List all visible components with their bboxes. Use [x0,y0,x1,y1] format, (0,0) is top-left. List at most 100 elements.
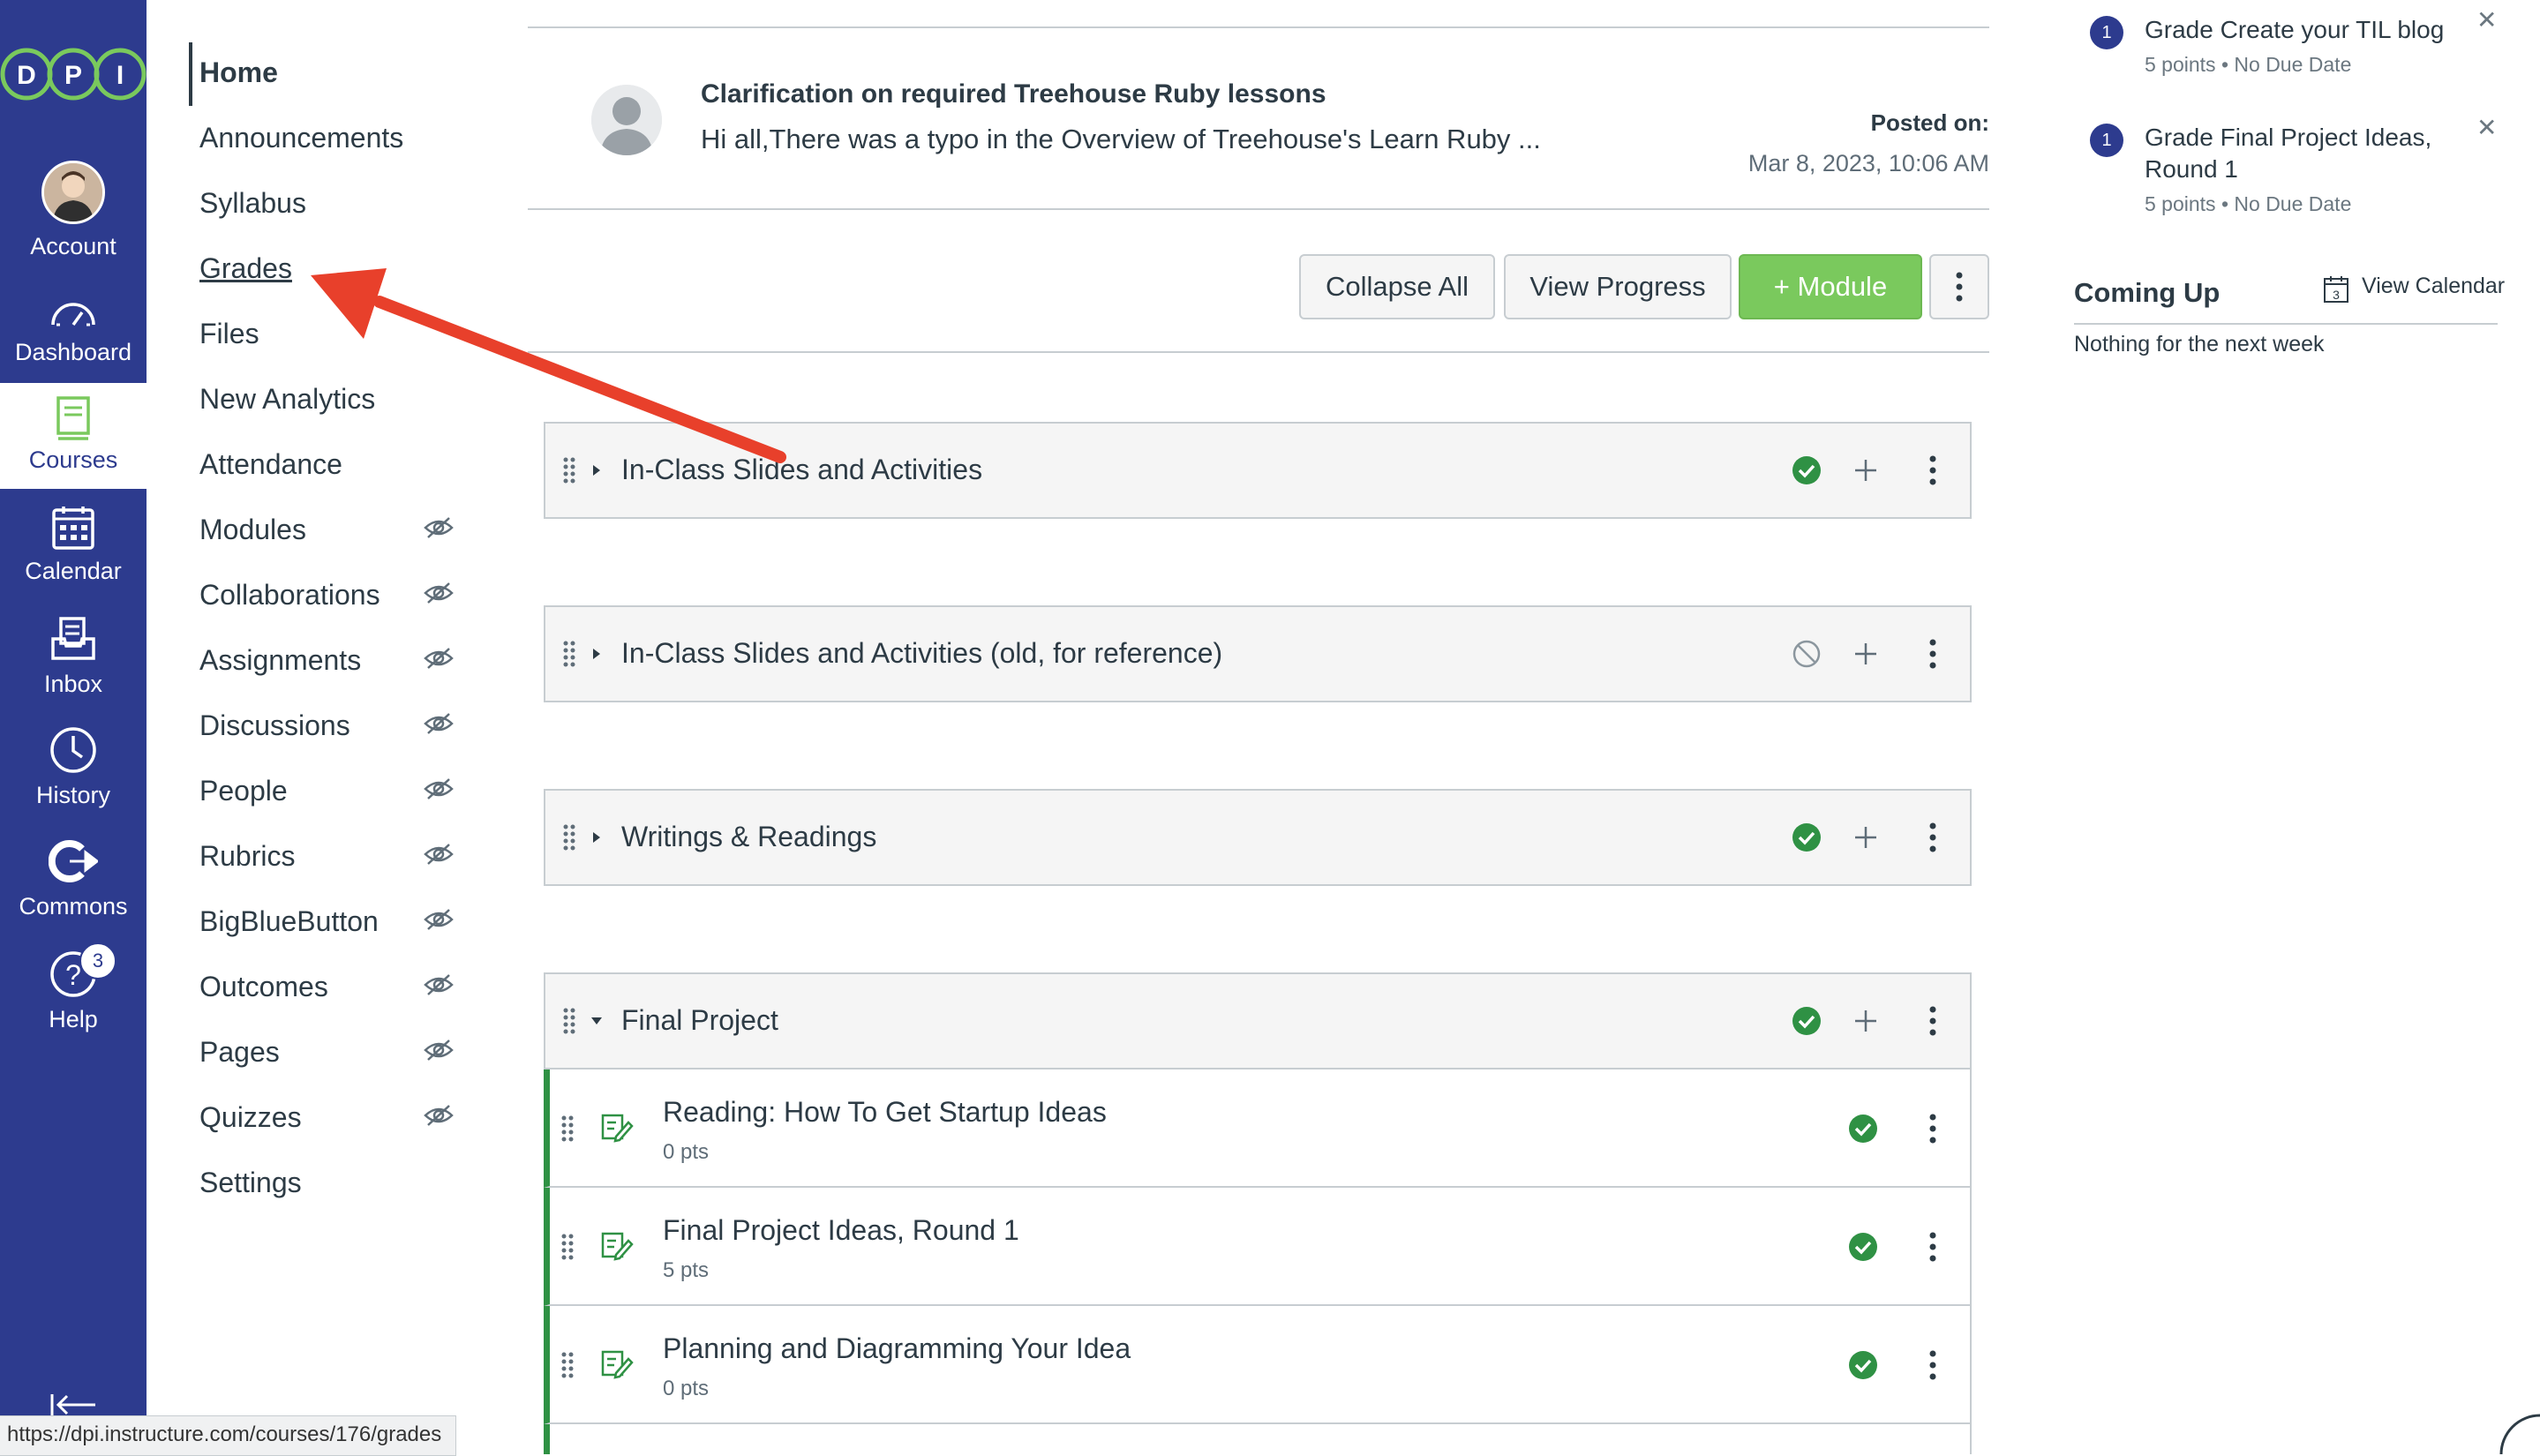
caret-right-icon[interactable] [591,832,602,843]
nav-account[interactable]: Account [0,152,147,272]
course-nav-outcomes[interactable]: Outcomes [199,971,328,1003]
course-nav-new-analytics[interactable]: New Analytics [199,383,375,416]
item-options-icon[interactable] [1929,1232,1936,1262]
course-nav-quizzes[interactable]: Quizzes [199,1101,302,1134]
course-nav-files[interactable]: Files [199,318,259,350]
published-check-icon[interactable] [1792,1006,1822,1036]
assignment-icon [601,1232,634,1261]
global-navigation: D P I Account Dashboard Courses Calendar… [0,0,147,1454]
todo-count-badge: 1 [2090,124,2123,157]
course-options-button[interactable] [1929,254,1989,319]
kebab-icon [1956,272,1963,302]
nav-dashboard[interactable]: Dashboard [0,281,147,379]
hidden-from-students-icon [424,778,454,799]
module-header[interactable]: Final Project [544,972,1972,1069]
coming-up-divider [2074,323,2498,325]
module-item[interactable]: Final Project Ideas, Round 1 5 pts [544,1188,1972,1306]
add-item-icon[interactable] [1853,825,1878,850]
published-check-icon[interactable] [1848,1350,1878,1380]
course-nav-pages[interactable]: Pages [199,1036,280,1069]
module-item-title[interactable]: Reading: How To Get Startup Ideas [663,1096,1107,1129]
module-title[interactable]: Final Project [621,1004,778,1037]
module-options-icon[interactable] [1929,822,1936,852]
nav-help[interactable]: ? 3 Help [0,942,147,1045]
view-calendar-label[interactable]: View Calendar [2362,274,2505,299]
published-check-icon[interactable] [1848,1232,1878,1262]
item-options-icon[interactable] [1929,1114,1936,1144]
module-item-title[interactable]: Final Project Ideas, Round 1 [663,1214,1019,1247]
add-module-button[interactable]: + Module [1739,254,1922,319]
module-item-title[interactable]: Planning and Diagramming Your Idea [663,1332,1131,1365]
module-options-icon[interactable] [1929,1006,1936,1036]
published-check-icon[interactable] [1792,455,1822,485]
module-item[interactable] [544,1424,1972,1454]
logo-letter: D [17,61,36,90]
course-nav-rubrics[interactable]: Rubrics [199,840,295,873]
item-options-icon[interactable] [1929,1350,1936,1380]
nav-commons[interactable]: Commons [0,833,147,935]
dismiss-todo-icon[interactable]: ✕ [2476,5,2497,34]
dismiss-todo-icon[interactable]: ✕ [2476,113,2497,142]
drag-handle-icon[interactable] [561,1234,574,1260]
module-title[interactable]: In-Class Slides and Activities [621,454,982,486]
drag-handle-icon[interactable] [563,641,575,667]
dpi-logo[interactable]: D P I [0,44,147,104]
module-item[interactable]: Planning and Diagramming Your Idea 0 pts [544,1306,1972,1424]
caret-down-icon[interactable] [591,1016,602,1026]
hidden-from-students-icon [424,582,454,604]
add-item-icon[interactable] [1853,458,1878,483]
collapse-nav-icon[interactable] [49,1392,97,1417]
todo-points: 5 points [2145,192,2216,215]
nav-courses[interactable]: Courses [0,383,147,489]
published-check-icon[interactable] [1848,1114,1878,1144]
course-nav-people[interactable]: People [199,775,288,807]
collapse-all-button[interactable]: Collapse All [1299,254,1495,319]
unpublished-icon[interactable] [1792,639,1822,669]
todo-title-line2[interactable]: Round 1 [2145,154,2238,185]
avatar [41,161,105,224]
nav-calendar[interactable]: Calendar [0,496,147,602]
course-nav-assignments[interactable]: Assignments [199,644,361,677]
caret-right-icon[interactable] [591,465,602,476]
module-options-icon[interactable] [1929,455,1936,485]
drag-handle-icon[interactable] [563,824,575,851]
add-item-icon[interactable] [1853,642,1878,666]
nav-history[interactable]: History [0,722,147,824]
link-status-bar: https://dpi.instructure.com/courses/176/… [0,1415,457,1456]
caret-right-icon[interactable] [591,649,602,659]
module-title[interactable]: Writings & Readings [621,821,876,853]
todo-count-badge: 1 [2090,16,2123,49]
course-nav-syllabus[interactable]: Syllabus [199,187,306,220]
course-nav-home[interactable]: Home [199,56,278,89]
add-item-icon[interactable] [1853,1009,1878,1033]
module-header[interactable]: Writings & Readings [544,789,1972,886]
scroll-to-top-icon[interactable] [2498,1412,2540,1454]
view-progress-button[interactable]: View Progress [1504,254,1732,319]
course-nav-grades[interactable]: Grades [199,252,292,285]
announcement-title[interactable]: Clarification on required Treehouse Ruby… [701,79,1326,109]
module-header[interactable]: In-Class Slides and Activities (old, for… [544,605,1972,702]
course-nav-announcements[interactable]: Announcements [199,122,403,154]
course-nav-discussions[interactable]: Discussions [199,709,350,742]
module-item-points: 0 pts [663,1377,710,1400]
course-nav-attendance[interactable]: Attendance [199,448,342,481]
course-nav-collaborations[interactable]: Collaborations [199,579,380,612]
course-nav-settings[interactable]: Settings [199,1167,302,1199]
course-nav-modules[interactable]: Modules [199,514,306,546]
module-options-icon[interactable] [1929,639,1936,669]
todo-title[interactable]: Grade Create your TIL blog [2145,14,2444,46]
inbox-icon [51,617,95,660]
nav-inbox[interactable]: Inbox [0,609,147,711]
course-nav-bigbluebutton[interactable]: BigBlueButton [199,905,379,938]
module-header[interactable]: In-Class Slides and Activities [544,422,1972,519]
module-item[interactable]: Reading: How To Get Startup Ideas 0 pts [544,1069,1972,1188]
nav-label: Inbox [43,671,103,697]
drag-handle-icon[interactable] [561,1352,574,1378]
published-check-icon[interactable] [1792,822,1822,852]
drag-handle-icon[interactable] [563,457,575,484]
drag-handle-icon[interactable] [561,1115,574,1142]
module-title[interactable]: In-Class Slides and Activities (old, for… [621,637,1222,670]
default-avatar-icon [591,85,662,155]
drag-handle-icon[interactable] [563,1008,575,1034]
todo-title[interactable]: Grade Final Project Ideas, [2145,122,2431,154]
